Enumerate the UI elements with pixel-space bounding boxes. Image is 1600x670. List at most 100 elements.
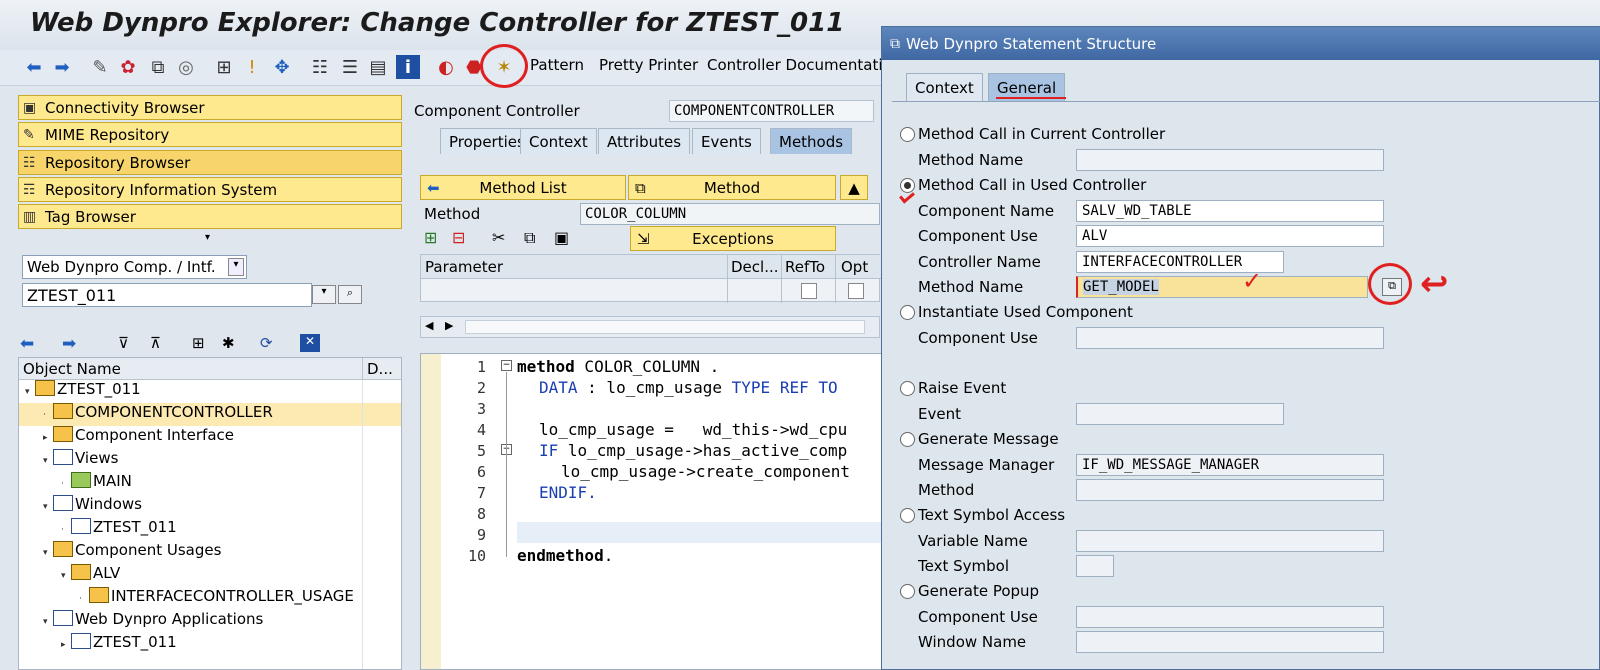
tree-node-component[interactable]: ▾ ZTEST_011	[19, 380, 401, 403]
expanded-icon[interactable]: ▾	[43, 456, 53, 466]
forward-arrow-icon[interactable]: ➡	[50, 55, 74, 79]
settings-icon[interactable]: ✱	[222, 334, 235, 352]
tree-node-alv[interactable]: ▾ ALV	[19, 564, 401, 587]
tree-node-interfacecontroller-usage[interactable]: · INTERFACECONTROLLER_USAGE	[19, 587, 401, 610]
tree-node-component-usages[interactable]: ▾ Component Usages	[19, 541, 401, 564]
stack-icon[interactable]: ☰	[338, 55, 362, 79]
paste-icon[interactable]: ▣	[554, 228, 569, 247]
tree-node-windows[interactable]: ▾ Windows	[19, 495, 401, 518]
close-icon[interactable]: ✕	[300, 334, 320, 352]
exceptions-button[interactable]: ⇲ Exceptions	[630, 226, 836, 251]
text-symbol-field[interactable]	[1076, 555, 1114, 577]
column-parameter[interactable]: Parameter	[425, 258, 503, 276]
radio-generate-message[interactable]	[900, 432, 915, 447]
tree-node-componentcontroller[interactable]: · COMPONENTCONTROLLER	[19, 403, 401, 426]
chevron-down-icon[interactable]: ▾	[228, 258, 244, 276]
edit-toggle-icon[interactable]: ✎	[88, 55, 112, 79]
delete-row-icon[interactable]: ⊟	[452, 228, 465, 247]
component-name-field[interactable]: SALV_WD_TABLE	[1076, 200, 1384, 222]
message-manager-field[interactable]: IF_WD_MESSAGE_MANAGER	[1076, 454, 1384, 476]
variable-name-field[interactable]	[1076, 530, 1384, 552]
refresh-icon[interactable]: ⟳	[260, 334, 273, 352]
radio-generate-popup[interactable]	[900, 584, 915, 599]
radio-text-symbol[interactable]	[900, 508, 915, 523]
tab-attributes[interactable]: Attributes	[598, 128, 691, 154]
tree-forward-icon[interactable]: ➡	[62, 334, 76, 354]
pretty-printer-button[interactable]: Pretty Printer	[599, 56, 698, 74]
move-icon[interactable]: ✥	[270, 55, 294, 79]
repository-info-system-button[interactable]: ☶ Repository Information System	[18, 177, 402, 202]
tree-node-application[interactable]: ▸ ZTEST_011	[19, 633, 401, 656]
horizontal-scrollbar[interactable]: ◀ ▶	[420, 316, 880, 338]
tab-methods[interactable]: Methods	[770, 128, 853, 154]
object-type-select[interactable]: Web Dynpro Comp. / Intf. ▾	[22, 255, 247, 279]
dropdown-icon[interactable]: ▾	[312, 285, 336, 304]
expanded-icon[interactable]: ▾	[43, 502, 53, 512]
scroll-right-icon[interactable]: ▶	[445, 319, 453, 332]
expanded-icon[interactable]: ▾	[61, 571, 71, 581]
method-list-button[interactable]: ⬅ Method List	[420, 175, 626, 200]
method-name-field[interactable]: GET_MODEL	[1076, 276, 1368, 298]
expanded-icon[interactable]: ▾	[43, 548, 53, 558]
tree-node-applications[interactable]: ▾ Web Dynpro Applications	[19, 610, 401, 633]
collapsed-icon[interactable]: ▸	[43, 433, 53, 443]
tree-node-component-interface[interactable]: ▸ Component Interface	[19, 426, 401, 449]
tree-back-icon[interactable]: ⬅	[20, 334, 34, 354]
tree-node-views[interactable]: ▾ Views	[19, 449, 401, 472]
check-icon[interactable]: ✿	[116, 55, 140, 79]
controller-documentation-button[interactable]: Controller Documentation	[707, 56, 901, 74]
activate-icon[interactable]: ⧉	[146, 55, 170, 79]
expanded-icon[interactable]: ▾	[43, 617, 53, 627]
radio-raise-event[interactable]	[900, 381, 915, 396]
object-name-input[interactable]: ZTEST_011	[22, 283, 312, 307]
radio-instantiate[interactable]	[900, 305, 915, 320]
display-glasses-icon[interactable]: ⌕	[338, 285, 362, 304]
connectivity-browser-button[interactable]: ▣ Connectivity Browser	[18, 95, 402, 120]
optional-checkbox[interactable]	[848, 283, 864, 299]
tab-events[interactable]: Events	[692, 128, 761, 154]
instantiate-component-use-field[interactable]	[1076, 327, 1384, 349]
repository-browser-button[interactable]: ☷ Repository Browser	[18, 150, 402, 175]
table-icon[interactable]: ▤	[366, 55, 390, 79]
scroll-left-icon[interactable]: ◀	[425, 319, 433, 332]
expand-icon[interactable]: ⊽	[118, 334, 129, 352]
info-icon[interactable]: i	[396, 55, 420, 79]
hierarchy-icon[interactable]: ⊞	[212, 55, 236, 79]
scroll-up-button[interactable]: ▲	[840, 175, 868, 200]
tab-context[interactable]: Context	[906, 73, 983, 101]
popup-component-use-field[interactable]	[1076, 606, 1384, 628]
tag-browser-button[interactable]: ▥ Tag Browser	[18, 204, 402, 229]
collapse-icon[interactable]: ⊼	[150, 334, 161, 352]
tree-node-window[interactable]: · ZTEST_011	[19, 518, 401, 541]
info-flag-icon[interactable]: !	[240, 55, 264, 79]
column-refto[interactable]: RefTo	[785, 258, 825, 276]
insert-row-icon[interactable]: ⊞	[424, 228, 437, 247]
cut-icon[interactable]: ✂	[492, 228, 505, 247]
back-arrow-icon[interactable]: ⬅	[22, 55, 46, 79]
refto-checkbox[interactable]	[801, 283, 817, 299]
pattern-button[interactable]: Pattern	[530, 56, 584, 74]
scroll-track[interactable]	[465, 320, 865, 334]
column-optional[interactable]: Opt	[841, 258, 868, 276]
radio-current-controller[interactable]	[900, 127, 915, 142]
tree-node-main[interactable]: · MAIN	[19, 472, 401, 495]
current-method-name-field[interactable]	[1076, 149, 1384, 171]
breakpoint-icon[interactable]: ◐	[434, 55, 458, 79]
method-button[interactable]: ⧉ Method	[628, 175, 836, 200]
window-name-field[interactable]	[1076, 631, 1384, 653]
component-use-field[interactable]: ALV	[1076, 225, 1384, 247]
column-description[interactable]: D...	[367, 360, 393, 378]
column-object-name[interactable]: Object Name	[23, 360, 121, 378]
tree-icon[interactable]: ☷	[308, 55, 332, 79]
message-method-field[interactable]	[1076, 479, 1384, 501]
collapse-chevron-icon[interactable]: ▾	[205, 232, 210, 243]
fold-collapse-icon[interactable]: −	[501, 360, 512, 371]
hierarchy-icon[interactable]: ⊞	[192, 334, 205, 352]
expanded-icon[interactable]: ▾	[25, 387, 35, 397]
collapsed-icon[interactable]: ▸	[61, 640, 71, 650]
column-declaration[interactable]: Decl...	[731, 258, 779, 276]
event-field[interactable]	[1076, 403, 1284, 425]
copy-icon[interactable]: ⧉	[524, 228, 535, 248]
tab-context[interactable]: Context	[520, 128, 597, 154]
code-editor[interactable]: 1 2 3 4 5 6 7 8 9 10 − − method COLOR_CO…	[420, 353, 882, 670]
